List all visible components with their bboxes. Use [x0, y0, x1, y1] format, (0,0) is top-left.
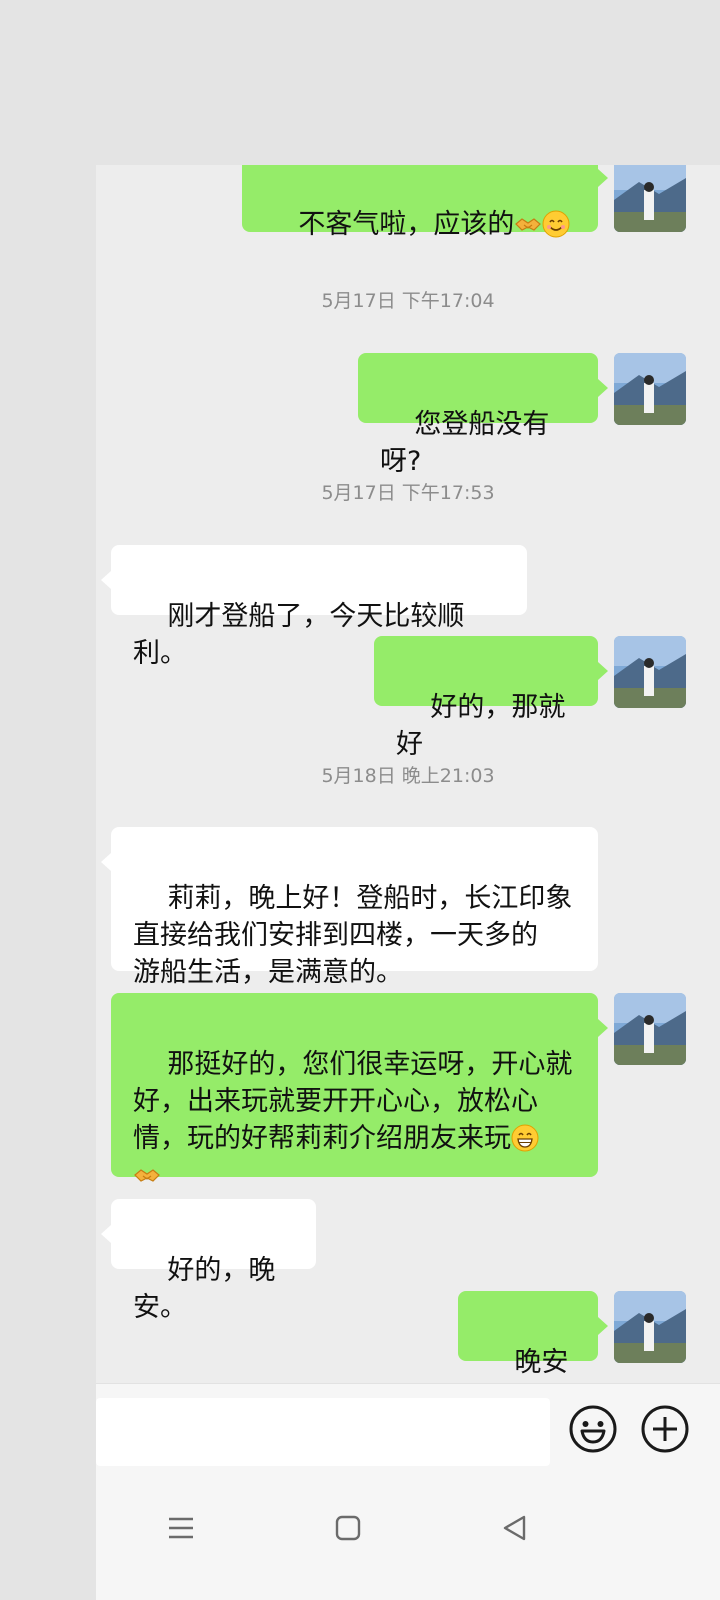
avatar[interactable] [614, 993, 686, 1065]
message-bubble-outgoing[interactable]: 不客气啦，应该的 [242, 165, 608, 240]
timestamp: 5月17日 下午17:04 [321, 290, 495, 312]
smile-emoji-icon [542, 210, 570, 238]
handshake-emoji-icon [515, 218, 542, 231]
message-bubble-outgoing[interactable]: 好的，那就好 [374, 636, 608, 760]
avatar-landscape-image [614, 165, 686, 232]
message-bubble-incoming[interactable]: 莉莉，晚上好！登船时，长江印象 直接给我们安排到四楼，一天多的 游船生活，是满意… [101, 827, 598, 988]
menu-icon[interactable] [164, 1511, 198, 1545]
message-text: 好的，那就好 [396, 692, 566, 760]
timestamp: 5月18日 晚上21:03 [321, 765, 495, 787]
avatar[interactable] [614, 353, 686, 425]
handshake-emoji-icon [134, 1169, 160, 1182]
message-text: 莉莉，晚上好！登船时，长江印象 直接给我们安排到四楼，一天多的 游船生活，是满意… [133, 883, 573, 988]
message-text: 不客气啦，应该的 [298, 209, 515, 240]
message-bubble-outgoing[interactable]: 晚安 [458, 1291, 608, 1410]
message-bubble-outgoing[interactable]: 那挺好的，您们很幸运呀，开心就 好，出来玩就要开开心心，放松心 情，玩的好帮莉莉… [111, 993, 608, 1182]
message-text: 晚安 [514, 1347, 569, 1378]
emoji-icon[interactable] [568, 1404, 618, 1454]
avatar-landscape-image [614, 993, 686, 1065]
avatar-landscape-image [614, 1291, 686, 1363]
message-bubble-incoming[interactable]: 刚才登船了，今天比较顺利。 [101, 545, 527, 669]
avatar-landscape-image [614, 636, 686, 708]
message-text: 您登船没有呀? [380, 409, 550, 477]
home-square-icon[interactable] [331, 1511, 365, 1545]
back-triangle-icon[interactable] [498, 1511, 532, 1545]
left-blank-strip [0, 165, 96, 1600]
grin-emoji-icon [511, 1124, 539, 1152]
plus-icon[interactable] [640, 1404, 690, 1454]
avatar[interactable] [614, 165, 686, 232]
avatar[interactable] [614, 1291, 686, 1363]
avatar-landscape-image [614, 353, 686, 425]
message-bubble-outgoing[interactable]: 您登船没有呀? [358, 353, 608, 477]
avatar[interactable] [614, 636, 686, 708]
top-blank-area [0, 0, 720, 165]
input-bar [96, 1383, 720, 1474]
chat-area[interactable]: 不客气啦，应该的 5月17日 下午17:04 您登船没有呀? 5月17日 下午1… [96, 165, 720, 1410]
message-bubble-incoming[interactable]: 好的，晚安。 [101, 1199, 316, 1323]
message-text: 好的，晚安。 [133, 1255, 276, 1323]
timestamp: 5月17日 下午17:53 [321, 482, 495, 504]
message-input[interactable] [96, 1398, 550, 1466]
system-nav-bar [96, 1473, 720, 1600]
message-text: 那挺好的，您们很幸运呀，开心就 好，出来玩就要开开心心，放松心 情，玩的好帮莉莉… [133, 1049, 573, 1154]
